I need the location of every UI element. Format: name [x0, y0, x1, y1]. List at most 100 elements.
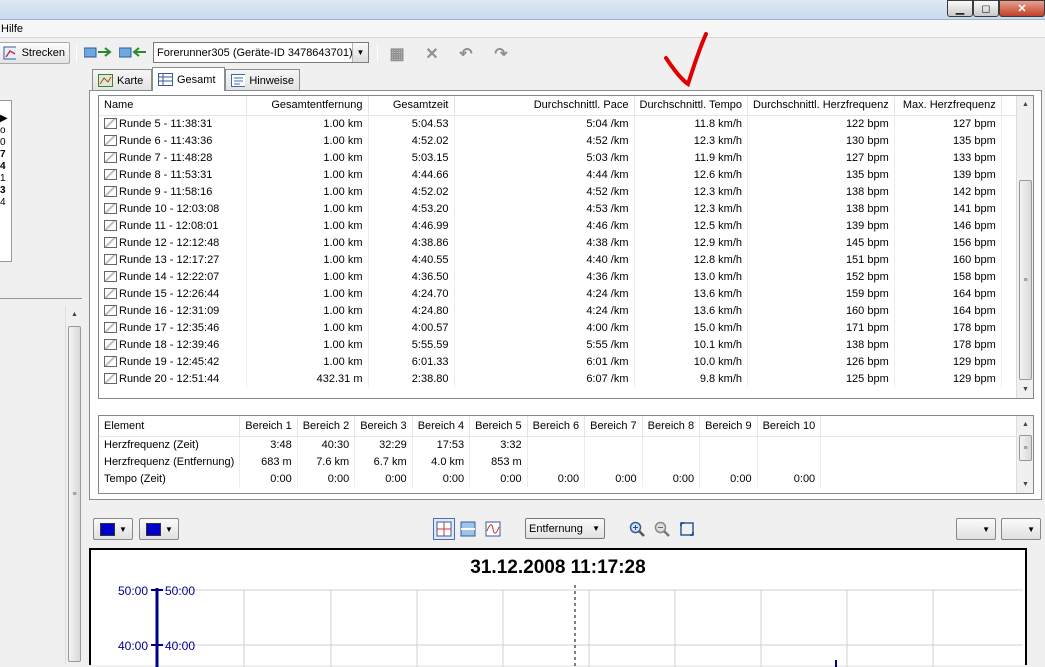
- table-row[interactable]: Runde 18 - 12:39:46 1.00 km 5:55.59 5:55 /k…: [99, 336, 1021, 353]
- zoom-out-icon[interactable]: [651, 518, 673, 540]
- properties-icon[interactable]: ▦: [388, 45, 406, 63]
- table-row[interactable]: Runde 15 - 12:26:44 1.00 km 4:24.70 4:24 /k…: [99, 285, 1021, 302]
- zone-col-header[interactable]: Bereich 3: [354, 416, 413, 437]
- tab-karte[interactable]: Karte: [92, 69, 152, 91]
- maximize-button[interactable]: ◻: [973, 0, 999, 17]
- table-row[interactable]: Runde 10 - 12:03:08 1.00 km 4:53.20 4:53 /k…: [99, 200, 1021, 217]
- zone-col-header[interactable]: Element: [99, 416, 241, 437]
- lap-cell: 10.1 km/h: [634, 336, 749, 353]
- zone-col-header[interactable]: Bereich 1: [239, 416, 298, 437]
- table-row[interactable]: Runde 5 - 11:38:31 1.00 km 5:04.53 5:04 /km…: [99, 115, 1021, 132]
- zone-col-header[interactable]: Bereich 2: [297, 416, 356, 437]
- col-header-name[interactable]: Name: [99, 96, 247, 116]
- lap-cell: 2:38.80: [368, 370, 455, 387]
- col-header-time[interactable]: Gesamtzeit: [368, 96, 455, 116]
- scroll-thumb[interactable]: ≡: [68, 326, 81, 662]
- col-header-avg-hr[interactable]: Durchschnittl. Herzfrequenz: [747, 96, 895, 116]
- zones-scrollbar[interactable]: ▲ ≡ ▼: [1016, 416, 1033, 493]
- delete-icon[interactable]: ✕: [423, 45, 441, 63]
- filler-cell: [820, 436, 1033, 453]
- range-tool-icon[interactable]: [457, 518, 479, 540]
- lap-cell: 13.0 km/h: [634, 268, 749, 285]
- table-row[interactable]: Runde 19 - 12:45:42 1.00 km 6:01.33 6:01 /k…: [99, 353, 1021, 370]
- y-tick-label-left: 40:00: [118, 639, 148, 653]
- table-row[interactable]: Runde 16 - 12:31:09 1.00 km 4:24.80 4:24 /k…: [99, 302, 1021, 319]
- x-axis-select[interactable]: Entfernung ▼: [525, 518, 605, 539]
- chevron-down-icon: ▼: [165, 524, 173, 534]
- redo-icon[interactable]: ↷: [492, 45, 510, 63]
- crosshair-tool-icon[interactable]: [433, 518, 455, 540]
- scroll-down-icon[interactable]: ▼: [1017, 381, 1033, 398]
- scroll-up-icon[interactable]: ▲: [1017, 96, 1033, 113]
- tab-gesamt[interactable]: Gesamt: [152, 67, 225, 91]
- scroll-up-icon[interactable]: ▲: [1017, 416, 1033, 433]
- table-row[interactable]: Runde 13 - 12:17:27 1.00 km 4:40.55 4:40 /k…: [99, 251, 1021, 268]
- scroll-thumb[interactable]: ≡: [1019, 435, 1032, 461]
- scroll-up-icon[interactable]: ▲: [66, 306, 83, 323]
- zone-cell: 3:48: [239, 436, 298, 453]
- device-select[interactable]: Forerunner305 (Geräte-ID 3478643701) ▼: [153, 42, 369, 63]
- import-device-icon[interactable]: [84, 46, 114, 60]
- zone-cell: [699, 453, 758, 470]
- close-button[interactable]: ✕: [999, 0, 1045, 17]
- lap-icon: [104, 271, 117, 283]
- zone-col-header[interactable]: Bereich 5: [469, 416, 528, 437]
- scroll-thumb[interactable]: ≡: [1019, 180, 1032, 380]
- zone-col-header[interactable]: Bereich 7: [584, 416, 643, 437]
- lap-cell: 1.00 km: [246, 217, 369, 234]
- lap-icon: [104, 169, 117, 181]
- zone-col-header[interactable]: Bereich 4: [412, 416, 471, 437]
- zone-col-header[interactable]: Bereich 8: [642, 416, 701, 437]
- chevron-down-icon[interactable]: ▼: [352, 43, 368, 62]
- table-row[interactable]: Runde 14 - 12:22:07 1.00 km 4:36.50 4:36 /k…: [99, 268, 1021, 285]
- table-row[interactable]: Herzfrequenz (Zeit) 3:48 40:30 32:29 17:53 3:…: [99, 436, 1033, 453]
- col-header-max-hr[interactable]: Max. Herzfrequenz: [894, 96, 1002, 116]
- lap-cell: 1.00 km: [246, 353, 369, 370]
- undo-icon[interactable]: ↶: [457, 45, 475, 63]
- table-row[interactable]: Runde 8 - 11:53:31 1.00 km 4:44.66 4:44 /km…: [99, 166, 1021, 183]
- table-row[interactable]: Runde 17 - 12:35:46 1.00 km 4:00.57 4:00 /k…: [99, 319, 1021, 336]
- y-tick-label-right: 50:00: [165, 584, 195, 598]
- zone-element-cell: Tempo (Zeit): [99, 470, 241, 487]
- lap-icon: [104, 288, 117, 300]
- lap-cell: 4:46 /km: [454, 217, 635, 234]
- table-row[interactable]: Runde 7 - 11:48:28 1.00 km 5:03.15 5:03 /km…: [99, 149, 1021, 166]
- laps-scrollbar[interactable]: ▲ ≡ ▼: [1016, 96, 1033, 398]
- panel-splitter[interactable]: [89, 500, 1042, 510]
- fit-to-window-icon[interactable]: [676, 518, 698, 540]
- left-scrollbar[interactable]: ▲ ≡: [65, 306, 82, 665]
- table-row[interactable]: Runde 12 - 12:12:48 1.00 km 4:38.86 4:38 /k…: [99, 234, 1021, 251]
- left-color-button[interactable]: ▼: [93, 518, 133, 540]
- y-tick-label-left: 50:00: [118, 584, 148, 598]
- export-device-icon[interactable]: [119, 46, 149, 60]
- zone-col-header[interactable]: Bereich 9: [699, 416, 758, 437]
- col-header-pace[interactable]: Durchschnittl. Pace: [454, 96, 635, 116]
- right-color-button[interactable]: ▼: [139, 518, 179, 540]
- smoothing-tool-icon[interactable]: [482, 518, 504, 540]
- right-dropdown-1[interactable]: ▼: [956, 518, 996, 540]
- col-header-distance[interactable]: Gesamtentfernung: [246, 96, 369, 116]
- minimize-button[interactable]: ▁: [947, 0, 973, 17]
- chart-area[interactable]: 31.12.2008 11:17:28 50:00 40:00 50:00 40…: [89, 548, 1027, 667]
- zone-cell: 40:30: [297, 436, 356, 453]
- scroll-down-icon[interactable]: ▼: [1017, 476, 1033, 493]
- zone-cell: [584, 436, 643, 453]
- table-row[interactable]: Runde 9 - 11:58:16 1.00 km 4:52.02 4:52 /km…: [99, 183, 1021, 200]
- routes-button[interactable]: Strecken: [0, 42, 70, 64]
- zoom-in-icon[interactable]: [626, 518, 648, 540]
- table-row[interactable]: Runde 20 - 12:51:44 432.31 m 2:38.80 6:07 /…: [99, 370, 1021, 387]
- menu-help[interactable]: Hilfe: [1, 23, 23, 35]
- table-row[interactable]: Runde 11 - 12:08:01 1.00 km 4:46.99 4:46 /k…: [99, 217, 1021, 234]
- zone-col-header[interactable]: Bereich 6: [527, 416, 586, 437]
- col-header-speed[interactable]: Durchschnittl. Tempo: [634, 96, 749, 116]
- zone-col-header[interactable]: Bereich 10: [757, 416, 822, 437]
- tab-hinweise[interactable]: Hinweise: [225, 69, 300, 91]
- table-row[interactable]: Herzfrequenz (Entfernung) 683 m 7.6 km 6.7 …: [99, 453, 1033, 470]
- left-fragment: 4: [0, 161, 6, 172]
- right-dropdown-2[interactable]: ▼: [1001, 518, 1041, 540]
- lap-name: Runde 19 - 12:45:42: [119, 355, 220, 368]
- lap-name-cell: Runde 15 - 12:26:44: [99, 285, 247, 302]
- zone-cell: 0:00: [297, 470, 356, 487]
- table-row[interactable]: Tempo (Zeit) 0:00 0:00 0:00 0:00 0:00 0:00 0:00…: [99, 470, 1033, 487]
- table-row[interactable]: Runde 6 - 11:43:36 1.00 km 4:52.02 4:52 /km…: [99, 132, 1021, 149]
